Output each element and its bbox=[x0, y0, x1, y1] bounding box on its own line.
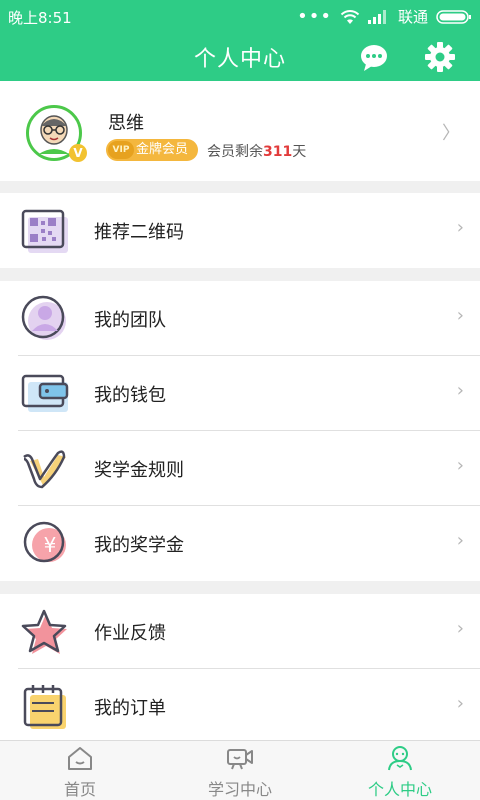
person-icon bbox=[388, 746, 412, 771]
menu-label-my-orders: 我的订单 bbox=[94, 698, 166, 719]
avatar[interactable]: V bbox=[26, 105, 87, 162]
remaining-prefix: 会员剩余 bbox=[207, 144, 263, 160]
chevron-right-icon: 〉 bbox=[442, 123, 460, 144]
carrier-name: 联通 bbox=[397, 8, 428, 26]
app-header: 个人中心 bbox=[0, 33, 480, 81]
menu-item-homework-feedback[interactable]: 作业反馈 › bbox=[0, 594, 480, 669]
menu-item-wallet[interactable]: 我的钱包 › bbox=[0, 356, 480, 431]
tab-label-me: 个人中心 bbox=[367, 780, 432, 799]
order-notebook-icon bbox=[23, 685, 66, 729]
video-camera-icon bbox=[227, 749, 253, 770]
gear-icon[interactable] bbox=[424, 41, 456, 73]
star-icon bbox=[21, 609, 67, 654]
membership-badge: VIP 金牌会员 bbox=[106, 139, 199, 161]
signal-icon bbox=[367, 9, 386, 24]
menu-item-team[interactable]: 我的团队 › bbox=[0, 281, 480, 356]
remaining-days: 311 bbox=[263, 144, 293, 160]
battery-icon bbox=[436, 9, 471, 24]
tab-study[interactable]: 学习中心 bbox=[160, 741, 320, 800]
membership-remaining: 会员剩余311天 bbox=[207, 141, 306, 161]
chat-bubble-icon[interactable] bbox=[358, 41, 390, 73]
chevron-right-icon: › bbox=[456, 217, 464, 238]
tab-label-home: 首页 bbox=[63, 780, 96, 799]
bottom-tab-bar: 首页 学习中心 个人中心 bbox=[0, 740, 480, 800]
page-title: 个人中心 bbox=[193, 47, 286, 72]
team-icon bbox=[21, 295, 66, 340]
status-bar: 晚上8:51 ••• 联通 bbox=[0, 0, 480, 33]
yen-coin-icon: ¥ bbox=[23, 521, 66, 563]
more-dots-icon: ••• bbox=[297, 5, 332, 27]
v-rules-icon bbox=[23, 450, 66, 489]
remaining-suffix: 天 bbox=[292, 144, 307, 160]
chevron-right-icon: › bbox=[456, 693, 464, 714]
menu-label-my-scholarship: 我的奖学金 bbox=[94, 535, 184, 556]
chevron-right-icon: › bbox=[456, 618, 464, 639]
wifi-icon bbox=[340, 9, 360, 24]
verified-v-icon: V bbox=[69, 144, 87, 162]
profile-name: 思维 bbox=[108, 113, 144, 134]
chevron-right-icon: › bbox=[456, 455, 464, 476]
menu-item-scholarship-rules[interactable]: 奖学金规则 › bbox=[0, 431, 480, 506]
vip-icon: VIP bbox=[108, 141, 134, 159]
wallet-icon bbox=[21, 374, 69, 412]
tab-label-study: 学习中心 bbox=[207, 780, 272, 799]
yen-symbol: ¥ bbox=[44, 533, 57, 557]
menu-item-my-orders[interactable]: 我的订单 › bbox=[0, 669, 480, 744]
chevron-right-icon: › bbox=[456, 530, 464, 551]
menu-label-qrcode: 推荐二维码 bbox=[94, 222, 184, 243]
status-time: 晚上8:51 bbox=[8, 9, 72, 27]
qrcode-icon bbox=[21, 209, 68, 253]
menu-label-team: 我的团队 bbox=[94, 310, 166, 331]
menu-label-scholarship-rules: 奖学金规则 bbox=[94, 460, 184, 481]
tab-home[interactable]: 首页 bbox=[0, 741, 160, 800]
menu-label-wallet: 我的钱包 bbox=[94, 385, 166, 406]
menu-item-my-scholarship[interactable]: ¥ 我的奖学金 › bbox=[0, 506, 480, 581]
home-icon bbox=[68, 747, 92, 770]
tab-me[interactable]: 个人中心 bbox=[320, 741, 480, 800]
chevron-right-icon: › bbox=[456, 305, 464, 326]
chevron-right-icon: › bbox=[456, 380, 464, 401]
status-icons: ••• 联通 bbox=[297, 6, 472, 27]
membership-label: 金牌会员 bbox=[136, 142, 189, 157]
menu-label-homework-feedback: 作业反馈 bbox=[94, 623, 166, 644]
profile-card[interactable]: V 思维 VIP 金牌会员 会员剩余311天 〉 bbox=[0, 81, 480, 181]
menu-item-qrcode[interactable]: 推荐二维码 › bbox=[0, 193, 480, 268]
